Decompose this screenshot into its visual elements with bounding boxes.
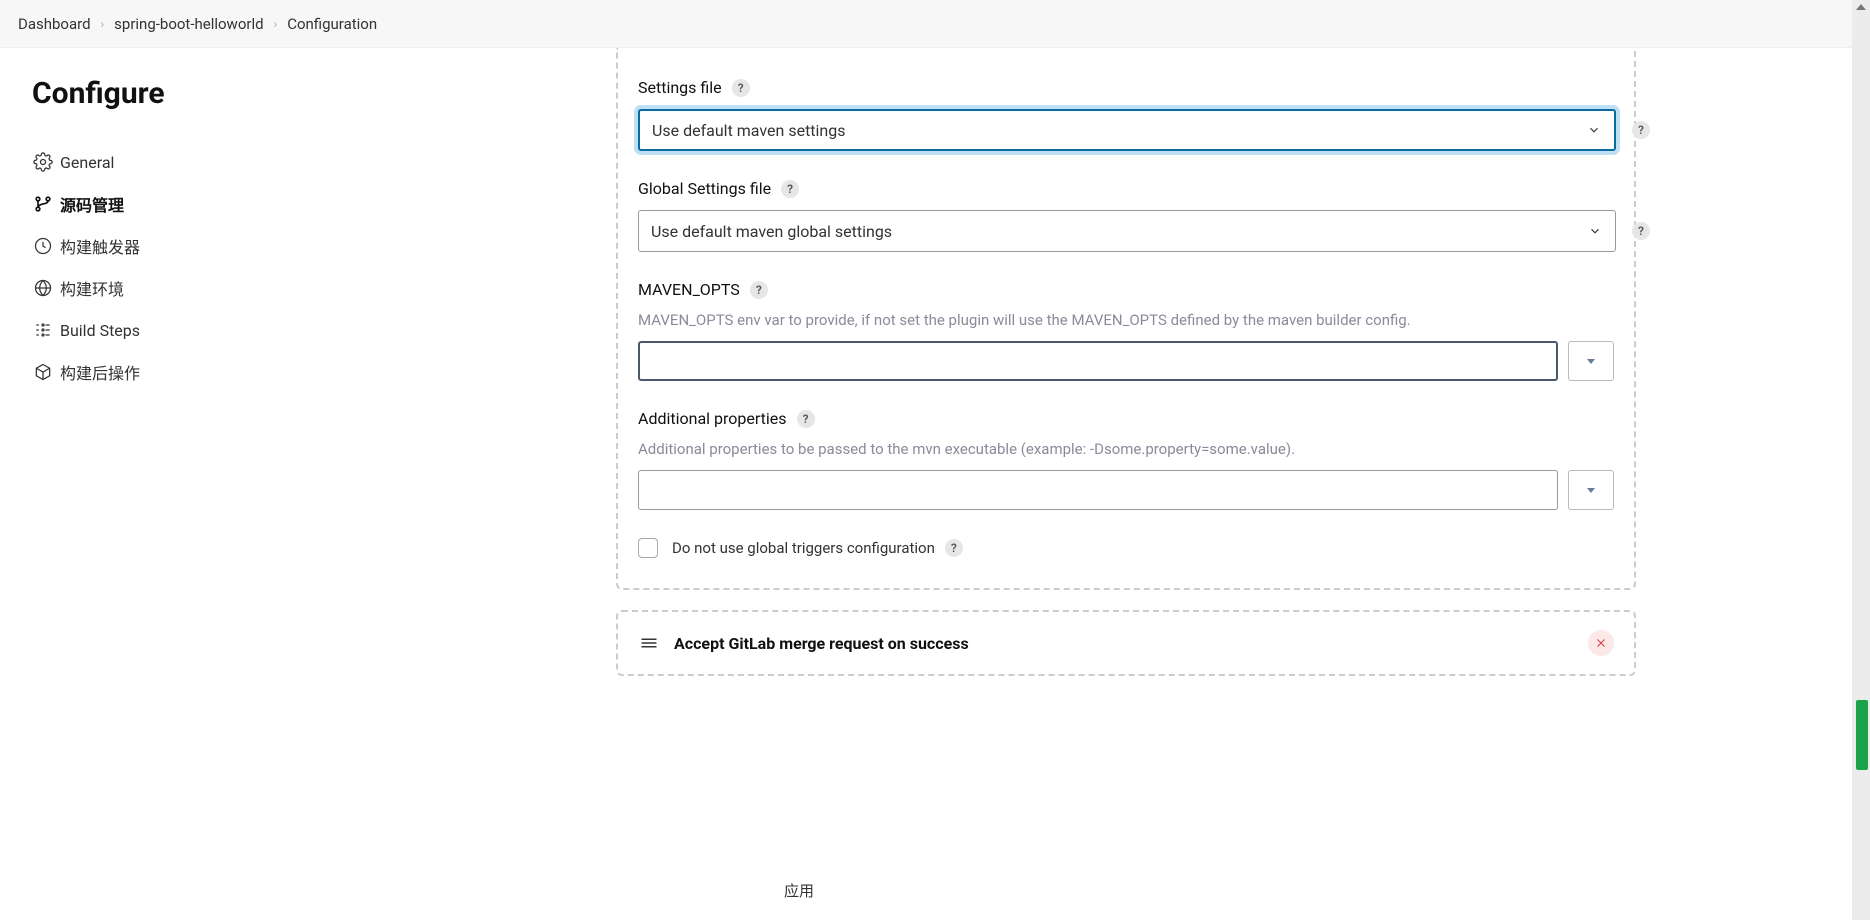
maven-opts-label: MAVEN_OPTS	[638, 280, 740, 299]
build-step-panel: Settings file ? Use default maven settin…	[616, 48, 1636, 590]
breadcrumb-configuration[interactable]: Configuration	[287, 15, 377, 33]
no-global-triggers-checkbox[interactable]	[638, 538, 658, 558]
sidebar-item-label: General	[60, 153, 114, 172]
help-icon[interactable]: ?	[1632, 222, 1650, 240]
package-icon	[32, 361, 54, 383]
main-content: Settings file ? Use default maven settin…	[390, 48, 1870, 920]
scrollbar-thumb[interactable]	[1856, 700, 1868, 770]
sidebar-item-general[interactable]: General	[32, 141, 358, 183]
settings-file-value: Use default maven settings	[652, 121, 846, 140]
sidebar-item-label: 源码管理	[60, 192, 124, 216]
chevron-down-icon	[1587, 223, 1603, 239]
help-icon[interactable]: ?	[945, 539, 963, 557]
chevron-down-icon	[1586, 122, 1602, 138]
steps-icon	[32, 319, 54, 341]
expand-button[interactable]	[1568, 470, 1614, 510]
footer-bar: 应用	[390, 860, 1870, 920]
sidebar-item-environment[interactable]: 构建环境	[32, 267, 358, 309]
global-settings-file-value: Use default maven global settings	[651, 222, 892, 241]
maven-opts-desc: MAVEN_OPTS env var to provide, if not se…	[638, 311, 1614, 329]
global-settings-file-select[interactable]: Use default maven global settings	[638, 210, 1616, 252]
settings-file-label: Settings file	[638, 78, 722, 97]
post-build-section: Accept GitLab merge request on success	[616, 610, 1636, 676]
sidebar-item-post-build[interactable]: 构建后操作	[32, 351, 358, 393]
sidebar-item-label: 构建后操作	[60, 360, 140, 384]
sidebar-item-build-steps[interactable]: Build Steps	[32, 309, 358, 351]
gear-icon	[32, 151, 54, 173]
help-icon[interactable]: ?	[797, 410, 815, 428]
clock-icon	[32, 235, 54, 257]
global-settings-file-label: Global Settings file	[638, 179, 771, 198]
drag-handle-icon[interactable]	[638, 632, 660, 654]
field-maven-opts: MAVEN_OPTS ? MAVEN_OPTS env var to provi…	[638, 280, 1614, 381]
breadcrumb-project[interactable]: spring-boot-helloworld	[114, 15, 263, 33]
additional-properties-input[interactable]	[638, 470, 1558, 510]
apply-button[interactable]: 应用	[784, 880, 814, 901]
expand-button[interactable]	[1568, 341, 1614, 381]
remove-section-button[interactable]	[1588, 630, 1614, 656]
field-additional-properties: Additional properties ? Additional prope…	[638, 409, 1614, 510]
scrollbar-track[interactable]	[1852, 0, 1870, 920]
scroll-up-arrow-icon[interactable]	[1855, 2, 1867, 12]
section-title: Accept GitLab merge request on success	[674, 634, 1588, 653]
additional-properties-label: Additional properties	[638, 409, 787, 428]
breadcrumb-dashboard[interactable]: Dashboard	[18, 15, 91, 33]
help-icon[interactable]: ?	[750, 281, 768, 299]
field-no-global-triggers: Do not use global triggers configuration…	[638, 538, 1614, 558]
branch-icon	[32, 193, 54, 215]
save-button[interactable]	[600, 870, 770, 910]
sidebar: Configure General 源码管理 构建触发器 构建环境	[0, 48, 390, 920]
no-global-triggers-label: Do not use global triggers configuration	[672, 539, 935, 557]
globe-icon	[32, 277, 54, 299]
field-global-settings-file: Global Settings file ? Use default maven…	[638, 179, 1614, 252]
sidebar-item-scm[interactable]: 源码管理	[32, 183, 358, 225]
sidebar-item-label: 构建环境	[60, 276, 124, 300]
chevron-right-icon: ›	[274, 17, 278, 31]
chevron-right-icon: ›	[101, 17, 105, 31]
breadcrumb: Dashboard › spring-boot-helloworld › Con…	[0, 0, 1870, 48]
additional-properties-desc: Additional properties to be passed to th…	[638, 440, 1614, 458]
help-icon[interactable]: ?	[1632, 121, 1650, 139]
maven-opts-input[interactable]	[638, 341, 1558, 381]
field-settings-file: Settings file ? Use default maven settin…	[638, 78, 1614, 151]
help-icon[interactable]: ?	[781, 180, 799, 198]
help-icon[interactable]: ?	[732, 79, 750, 97]
page-title: Configure	[32, 76, 358, 111]
sidebar-item-triggers[interactable]: 构建触发器	[32, 225, 358, 267]
sidebar-item-label: Build Steps	[60, 321, 140, 340]
settings-file-select[interactable]: Use default maven settings	[638, 109, 1616, 151]
sidebar-item-label: 构建触发器	[60, 234, 140, 258]
